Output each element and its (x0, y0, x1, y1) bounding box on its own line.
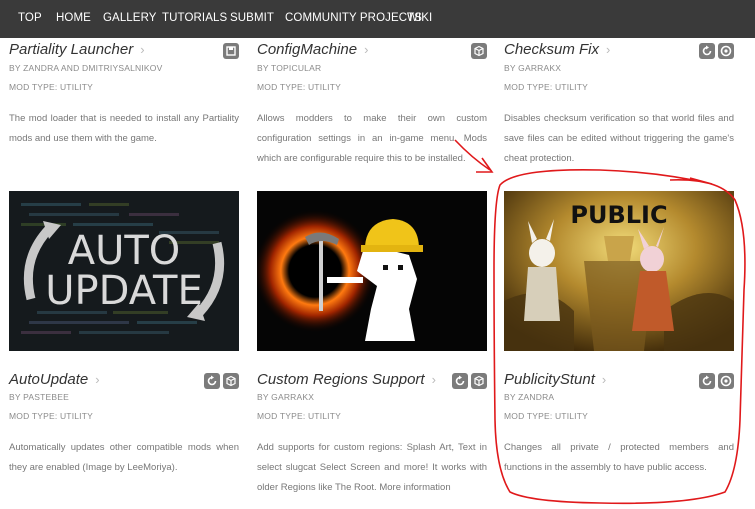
chevron-right-icon: › (606, 42, 611, 57)
mod-card-custom-regions-support: Custom Regions Support › BY GARRAKX MOD T… (257, 371, 487, 509)
mod-card-partiality-launcher: Partiality Launcher › BY ZANDRA AND DMITR… (9, 40, 239, 190)
chevron-right-icon: › (431, 372, 436, 387)
chevron-right-icon: › (601, 372, 607, 387)
mod-author: BY TOPICULAR (257, 63, 322, 73)
mod-thumbnail-publicitystunt[interactable]: PUBLIC (504, 191, 734, 351)
box-icon (471, 373, 487, 389)
chevron-right-icon: › (95, 372, 100, 387)
update-icon (699, 373, 715, 389)
mod-description: Automatically updates other compatible m… (9, 442, 239, 473)
mod-type: MOD TYPE: UTILITY (9, 411, 94, 421)
slugcat-hardhat-image (257, 209, 423, 341)
box-icon (471, 43, 487, 59)
nav-home[interactable]: HOME (56, 12, 91, 24)
mod-author: BY GARRAKX (504, 63, 562, 73)
chevron-right-icon: › (140, 42, 145, 57)
mod-card-autoupdate: AutoUpdate › BY PASTEBEE MOD TYPE: UTILIT… (9, 371, 239, 509)
mod-thumbnail-custom-regions-support[interactable] (257, 191, 487, 351)
nav-community-projects[interactable]: COMMUNITY PROJECTS (285, 12, 422, 24)
nav-tutorials[interactable]: TUTORIALS (162, 12, 227, 24)
nav-submit[interactable]: SUBMIT (230, 12, 274, 24)
nav-top[interactable]: TOP (18, 12, 42, 24)
mod-author: BY ZANDRA (504, 392, 555, 402)
update-icon (204, 373, 220, 389)
mod-description: The mod loader that is needed to install… (9, 113, 239, 144)
mod-thumbnail-autoupdate[interactable]: AUTO UPDATE (9, 191, 239, 351)
gear-icon (718, 43, 734, 59)
mod-description: Disables checksum verification so that w… (504, 113, 734, 164)
mod-title-link[interactable]: Custom Regions Support › (257, 371, 436, 388)
mod-author: BY GARRAKX (257, 392, 315, 402)
mod-type: MOD TYPE: UTILITY (504, 82, 589, 92)
nav-wiki[interactable]: WIKI (407, 12, 432, 24)
mod-title-link[interactable]: Partiality Launcher › (9, 41, 145, 58)
mod-card-publicitystunt: PublicityStunt › BY ZANDRA MOD TYPE: UTIL… (504, 371, 734, 509)
thumbnail-caption: PUBLIC (570, 201, 668, 229)
mod-type: MOD TYPE: UTILITY (504, 411, 589, 421)
mod-card-configmachine: ConfigMachine › BY TOPICULAR MOD TYPE: UT… (257, 40, 487, 190)
box-icon (223, 373, 239, 389)
mod-author: BY ZANDRA AND DMITRIYSALNIKOV (9, 63, 163, 73)
thumbnail-caption: AUTO UPDATE (45, 228, 203, 314)
top-nav: TOP HOME GALLERY TUTORIALS SUBMIT COMMUN… (0, 0, 755, 38)
mod-type: MOD TYPE: UTILITY (257, 411, 342, 421)
floppy-icon (223, 43, 239, 59)
gear-icon (718, 373, 734, 389)
mod-card-checksum-fix: Checksum Fix › BY GARRAKX MOD TYPE: UTILI… (504, 40, 734, 190)
nav-gallery[interactable]: GALLERY (103, 12, 157, 24)
mod-type: MOD TYPE: UTILITY (9, 82, 94, 92)
mod-description: Changes all private / protected members … (504, 442, 734, 473)
mod-type: MOD TYPE: UTILITY (257, 82, 342, 92)
update-icon (699, 43, 715, 59)
mod-description: Add supports for custom regions: Splash … (257, 442, 487, 493)
chevron-right-icon: › (364, 42, 369, 57)
mod-description: Allows modders to make their own custom … (257, 113, 487, 164)
mod-title-link[interactable]: Checksum Fix › (504, 41, 610, 58)
mod-title-link[interactable]: ConfigMachine › (257, 41, 368, 58)
mod-author: BY PASTEBEE (9, 392, 69, 402)
mod-title-link[interactable]: PublicityStunt › (504, 371, 606, 388)
mod-title-link[interactable]: AutoUpdate › (9, 371, 100, 388)
update-icon (452, 373, 468, 389)
